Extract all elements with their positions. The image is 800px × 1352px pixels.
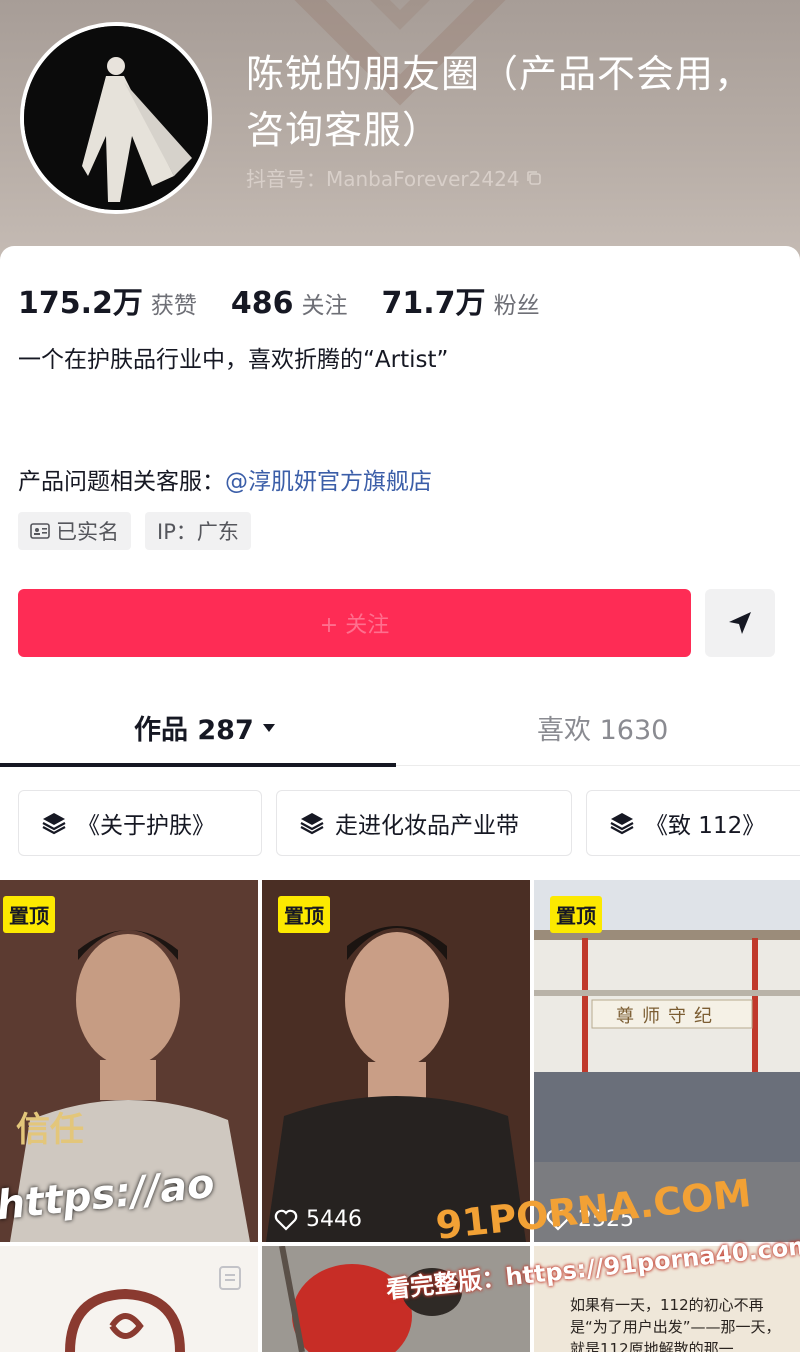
- pinned-badge: 置顶: [550, 896, 602, 933]
- brand-logo: [65, 1288, 185, 1352]
- collection-label: 《致 112》: [645, 813, 766, 839]
- pinned-badge: 置顶: [3, 896, 55, 933]
- video-cover: [262, 1246, 530, 1352]
- tag-verified: 已实名: [18, 512, 131, 550]
- copy-icon[interactable]: [526, 170, 542, 186]
- content-tabs: 作品 287 喜欢 1630: [0, 700, 800, 767]
- stat-value: 486: [230, 286, 294, 321]
- video-overlay-text: 如果有一天，112的初心不再是“为了用户出发”——那一天，就是112原地解散的那…: [570, 1296, 781, 1352]
- like-count-value: 2525: [578, 1207, 634, 1232]
- douyin-id: 抖音号：ManbaForever2424: [246, 163, 542, 192]
- service-prefix: 产品问题相关客服：: [18, 469, 225, 495]
- share-button[interactable]: [705, 589, 775, 657]
- heart-icon: [546, 1209, 570, 1231]
- follow-button-label: + 关注: [319, 613, 390, 638]
- collection-label: 走进化妆品产业带: [335, 813, 519, 839]
- video-cover: [262, 880, 530, 1242]
- id-card-icon: [30, 523, 50, 539]
- tab-works-label: 作品 287: [134, 715, 254, 746]
- stat-value: 175.2万: [18, 286, 143, 321]
- profile-stats: 175.2万 获赞 486 关注 71.7万 粉丝: [18, 278, 574, 322]
- video-cover: [534, 880, 800, 1242]
- stat-label: 粉丝: [493, 293, 540, 319]
- like-count: 5446: [274, 1207, 362, 1232]
- follow-button[interactable]: + 关注: [18, 589, 691, 657]
- caret-down-icon: [262, 723, 275, 732]
- layers-icon: [300, 813, 324, 835]
- profile-bio: 一个在护肤品行业中，喜欢折腾的“Artist”: [18, 347, 449, 373]
- collections-row: 《关于护肤》 走进化妆品产业带 《致 112》: [18, 790, 800, 856]
- tag-label: 已实名: [56, 520, 119, 544]
- tag-label: IP：广东: [157, 520, 239, 544]
- video-thumbnail[interactable]: 置顶 尊师守纪 2525: [534, 880, 800, 1242]
- stat-following[interactable]: 486 关注: [231, 286, 348, 321]
- profile-tags: 已实名 IP：广东: [18, 512, 251, 550]
- douyin-id-text: 抖音号：ManbaForever2424: [246, 167, 520, 191]
- video-thumbnail[interactable]: 如果有一天，112的初心不再是“为了用户出发”——那一天，就是112原地解散的那…: [534, 1246, 800, 1352]
- stat-likes[interactable]: 175.2万 获赞: [18, 278, 197, 322]
- video-overlay-text: 信任: [16, 1110, 84, 1150]
- like-count: 2525: [546, 1207, 634, 1232]
- heart-icon: [274, 1209, 298, 1231]
- tag-ip: IP：广东: [145, 512, 251, 550]
- video-thumbnail[interactable]: [262, 1246, 530, 1352]
- collection-chip[interactable]: 走进化妆品产业带: [276, 790, 572, 856]
- stat-label: 关注: [301, 293, 348, 319]
- video-thumbnail[interactable]: 置顶 信任 https://ao: [0, 880, 258, 1242]
- tab-active-indicator: [0, 763, 396, 767]
- like-count-value: 5446: [306, 1207, 362, 1232]
- video-overlay-text: 尊师守纪: [616, 1006, 720, 1027]
- video-thumbnail[interactable]: [0, 1246, 258, 1352]
- profile-header: 陈锐的朋友圈（产品不会用，咨询客服） 抖音号：ManbaForever2424: [0, 0, 800, 270]
- video-thumbnail[interactable]: 置顶 5446: [262, 880, 530, 1242]
- pinned-badge: 置顶: [278, 896, 330, 933]
- tab-works[interactable]: 作品 287: [134, 708, 276, 747]
- avatar[interactable]: [20, 22, 212, 214]
- profile-nickname: 陈锐的朋友圈（产品不会用，咨询客服）: [246, 52, 754, 152]
- stat-value: 71.7万: [381, 286, 486, 321]
- layers-icon: [610, 813, 634, 835]
- collection-chip[interactable]: 《关于护肤》: [18, 790, 262, 856]
- service-link[interactable]: @淳肌妍官方旗舰店: [225, 469, 432, 495]
- stat-followers[interactable]: 71.7万 粉丝: [382, 278, 540, 322]
- collection-icon: [219, 1266, 241, 1290]
- service-line: 产品问题相关客服：@淳肌妍官方旗舰店: [18, 462, 432, 496]
- layers-icon: [42, 813, 66, 835]
- tab-likes[interactable]: 喜欢 1630: [537, 708, 668, 747]
- collection-label: 《关于护肤》: [77, 813, 215, 839]
- send-icon: [729, 612, 751, 634]
- stat-label: 获赞: [150, 293, 197, 319]
- collection-chip[interactable]: 《致 112》: [586, 790, 800, 856]
